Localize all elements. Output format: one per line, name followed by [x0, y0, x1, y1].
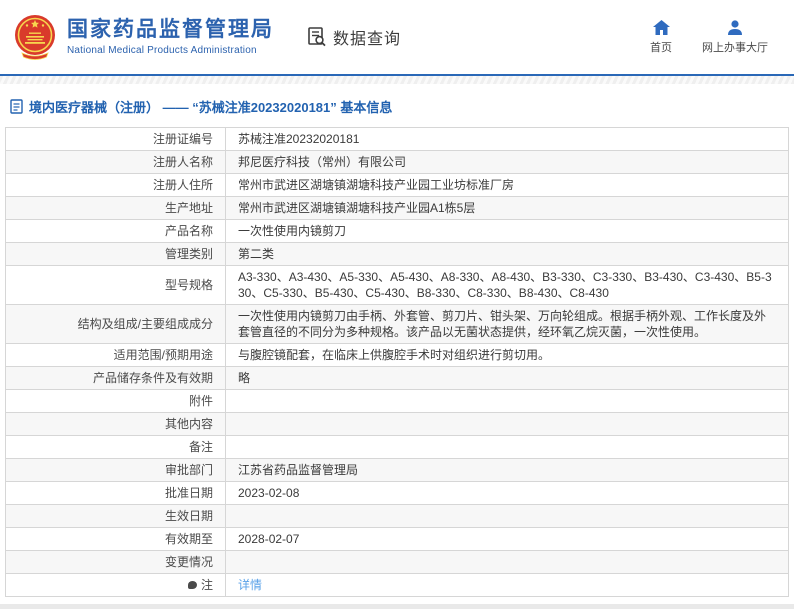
table-row: 注册证编号 苏械注准20232020181 [5, 127, 789, 151]
table-row: 适用范围/预期用途 与腹腔镜配套，在临床上供腹腔手术时对组织进行剪切用。 [5, 343, 789, 367]
row-label: 注册人住所 [5, 173, 226, 197]
row-label: 结构及组成/主要组成成分 [5, 304, 226, 344]
row-value [225, 435, 789, 459]
row-label: 型号规格 [5, 265, 226, 305]
page-title: 境内医疗器械（注册） —— “苏械注准20232020181” 基本信息 [29, 100, 393, 115]
row-value: 与腹腔镜配套，在临床上供腹腔手术时对组织进行剪切用。 [225, 343, 789, 367]
user-icon [728, 19, 742, 35]
table-row: 产品名称 一次性使用内镜剪刀 [5, 219, 789, 243]
nav-service-hall[interactable]: 网上办事大厅 [702, 19, 768, 55]
document-icon [10, 99, 23, 114]
row-label: 管理类别 [5, 242, 226, 266]
table-row: 生产地址 常州市武进区湖塘镇湖塘科技产业园A1栋5层 [5, 196, 789, 220]
row-label: 附件 [5, 389, 226, 413]
row-value [225, 412, 789, 436]
table-row: 管理类别 第二类 [5, 242, 789, 266]
national-emblem-icon [15, 15, 55, 60]
table-row: 注详情 [5, 573, 789, 597]
divider-strip [0, 76, 794, 84]
site-subtitle: National Medical Products Administration [67, 44, 257, 56]
table-row: 附件 [5, 389, 789, 413]
row-value [225, 504, 789, 528]
row-label: 审批部门 [5, 458, 226, 482]
row-value: 邦尼医疗科技（常州）有限公司 [225, 150, 789, 174]
site-logo[interactable]: 国家药品监督管理局 National Medical Products Admi… [12, 12, 274, 62]
table-row: 型号规格 A3-330、A3-430、A5-330、A5-430、A8-330、A… [5, 265, 789, 305]
row-label: 适用范围/预期用途 [5, 343, 226, 367]
data-query-tab[interactable]: 数据查询 [306, 25, 401, 49]
row-label: 批准日期 [5, 481, 226, 505]
row-label: 产品名称 [5, 219, 226, 243]
top-nav: 首页 网上办事大厅 [650, 19, 768, 55]
table-row: 有效期至 2028-02-07 [5, 527, 789, 551]
row-label: 注册人名称 [5, 150, 226, 174]
row-value: 2028-02-07 [225, 527, 789, 551]
row-value: 一次性使用内镜剪刀由手柄、外套管、剪刀片、钳头架、万向轮组成。根据手柄外观、工作… [225, 304, 789, 344]
table-row: 变更情况 [5, 550, 789, 574]
data-query-icon [308, 27, 326, 47]
info-table: 注册证编号 苏械注准20232020181 注册人名称 邦尼医疗科技（常州）有限公司注… [5, 127, 789, 597]
nav-home[interactable]: 首页 [650, 19, 672, 55]
logo-text: 国家药品监督管理局 National Medical Products Admi… [67, 18, 274, 55]
row-label: 变更情况 [5, 550, 226, 574]
note-icon [187, 581, 197, 589]
table-row: 批准日期 2023-02-08 [5, 481, 789, 505]
footer-strip [0, 604, 794, 609]
row-value [225, 389, 789, 413]
row-value: 常州市武进区湖塘镇湖塘科技产业园A1栋5层 [225, 196, 789, 220]
table-row: 注册人名称 邦尼医疗科技（常州）有限公司 [5, 150, 789, 174]
row-value: 苏械注准20232020181 [225, 127, 789, 151]
row-label: 生效日期 [5, 504, 226, 528]
table-row: 生效日期 [5, 504, 789, 528]
row-value: 2023-02-08 [225, 481, 789, 505]
site-header: 国家药品监督管理局 National Medical Products Admi… [0, 0, 794, 76]
row-label: 有效期至 [5, 527, 226, 551]
home-icon [652, 19, 670, 35]
row-value: 第二类 [225, 242, 789, 266]
detail-link[interactable]: 详情 [238, 578, 262, 592]
row-label: 产品储存条件及有效期 [5, 366, 226, 390]
site-title: 国家药品监督管理局 [67, 18, 274, 42]
table-row: 备注 [5, 435, 789, 459]
nav-hall-label: 网上办事大厅 [702, 41, 768, 54]
nav-home-label: 首页 [650, 41, 672, 54]
row-label: 注 [5, 573, 226, 597]
row-label: 备注 [5, 435, 226, 459]
breadcrumb: 境内医疗器械（注册） —— “苏械注准20232020181” 基本信息 [0, 84, 794, 127]
row-label: 生产地址 [5, 196, 226, 220]
row-value: 一次性使用内镜剪刀 [225, 219, 789, 243]
row-value: 详情 [225, 573, 789, 597]
row-value: A3-330、A3-430、A5-330、A5-430、A8-330、A8-43… [225, 265, 789, 305]
table-row: 其他内容 [5, 412, 789, 436]
table-row: 结构及组成/主要组成成分 一次性使用内镜剪刀由手柄、外套管、剪刀片、钳头架、万向轮… [5, 304, 789, 344]
table-row: 产品储存条件及有效期略 [5, 366, 789, 390]
data-query-label: 数据查询 [333, 31, 402, 48]
row-label: 注册证编号 [5, 127, 226, 151]
row-value: 略 [225, 366, 789, 390]
row-label: 其他内容 [5, 412, 226, 436]
row-value [225, 550, 789, 574]
row-value: 常州市武进区湖塘镇湖塘科技产业园工业坊标准厂房 [225, 173, 789, 197]
table-row: 注册人住所 常州市武进区湖塘镇湖塘科技产业园工业坊标准厂房 [5, 173, 789, 197]
table-row: 审批部门 江苏省药品监督管理局 [5, 458, 789, 482]
row-value: 江苏省药品监督管理局 [225, 458, 789, 482]
